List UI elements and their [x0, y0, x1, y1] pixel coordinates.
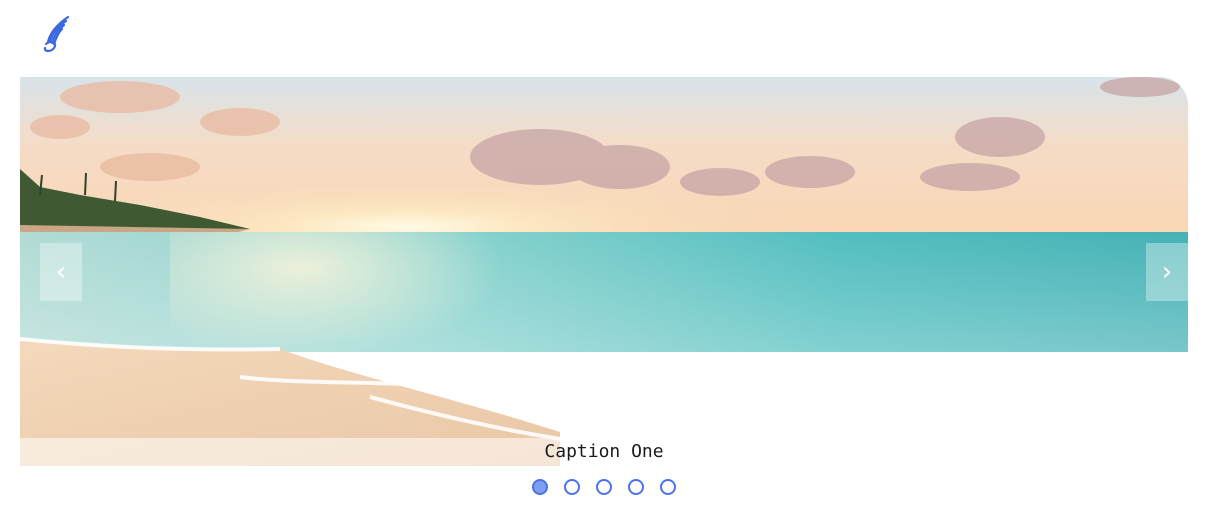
slide-dot-5[interactable]: [660, 479, 676, 495]
slide-dot-2[interactable]: [564, 479, 580, 495]
slide-indicators: [0, 479, 1208, 495]
previous-slide-button[interactable]: ‹: [40, 243, 82, 301]
slide-caption: Caption One: [544, 441, 664, 462]
logo-icon[interactable]: [40, 14, 74, 56]
next-slide-button[interactable]: ›: [1146, 243, 1188, 301]
slide-image: [20, 77, 1188, 466]
caption-bar: Caption One: [20, 438, 1188, 466]
slide-dot-4[interactable]: [628, 479, 644, 495]
slide-dot-1[interactable]: [532, 479, 548, 495]
image-carousel: ‹ › Caption One: [20, 77, 1188, 466]
slide-dot-3[interactable]: [596, 479, 612, 495]
